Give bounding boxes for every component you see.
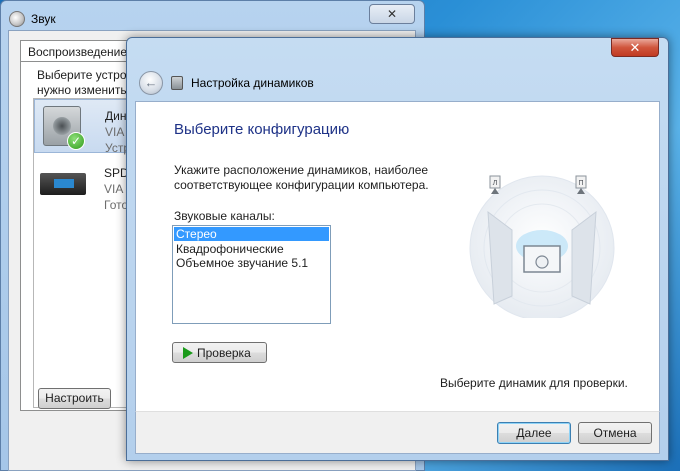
left-speaker-label: Л bbox=[493, 180, 498, 187]
playback-description: Выберите устрой нужно изменить bbox=[37, 68, 137, 98]
wizard-close-button[interactable]: ✕ bbox=[611, 38, 659, 57]
spdif-device-icon bbox=[40, 173, 86, 195]
listener-head-icon bbox=[535, 255, 549, 269]
sound-close-button[interactable]: ✕ bbox=[369, 4, 415, 24]
cancel-button[interactable]: Отмена bbox=[578, 422, 652, 444]
wizard-header: ← Настройка динамиков bbox=[135, 65, 660, 101]
wizard-title: Настройка динамиков bbox=[191, 76, 314, 90]
back-button[interactable]: ← bbox=[139, 71, 163, 95]
device-row-spdif[interactable]: SPDI VIA Гото bbox=[34, 157, 128, 212]
channels-listbox[interactable]: Стерео Квадрофонические Объемное звучани… bbox=[172, 225, 331, 324]
check-icon: ✓ bbox=[67, 132, 85, 150]
right-speaker-label: П bbox=[578, 180, 583, 187]
device-list: ✓ Дина VIA Устр SPDI VIA Гото bbox=[33, 98, 129, 408]
channel-option[interactable]: Объемное звучание 5.1 bbox=[173, 256, 330, 270]
channel-option[interactable]: Стерео bbox=[174, 227, 329, 241]
description-line: нужно изменить bbox=[37, 83, 127, 97]
test-button[interactable]: Проверка bbox=[172, 342, 267, 363]
sound-window-titlebar: Звук bbox=[9, 9, 56, 29]
sound-app-icon bbox=[9, 11, 25, 27]
description-line: Выберите устрой bbox=[37, 68, 134, 82]
page-description: Укажите расположение динамиков, наиболее… bbox=[174, 163, 429, 192]
test-hint: Выберите динамик для проверки. bbox=[440, 376, 628, 390]
next-button[interactable]: Далее bbox=[497, 422, 571, 444]
speaker-layout-diagram: Л П bbox=[469, 175, 615, 318]
channel-option[interactable]: Квадрофонические bbox=[173, 242, 330, 256]
speaker-small-icon bbox=[171, 76, 183, 90]
device-row-speakers[interactable]: ✓ Дина VIA Устр bbox=[34, 99, 128, 155]
page-heading: Выберите конфигурацию bbox=[174, 121, 350, 138]
sound-window-title: Звук bbox=[31, 12, 56, 26]
test-button-label: Проверка bbox=[197, 345, 251, 360]
channels-label: Звуковые каналы: bbox=[174, 209, 275, 223]
play-icon bbox=[183, 346, 193, 359]
configure-button[interactable]: Настроить bbox=[38, 388, 111, 409]
tab-playback[interactable]: Воспроизведение bbox=[20, 40, 130, 62]
